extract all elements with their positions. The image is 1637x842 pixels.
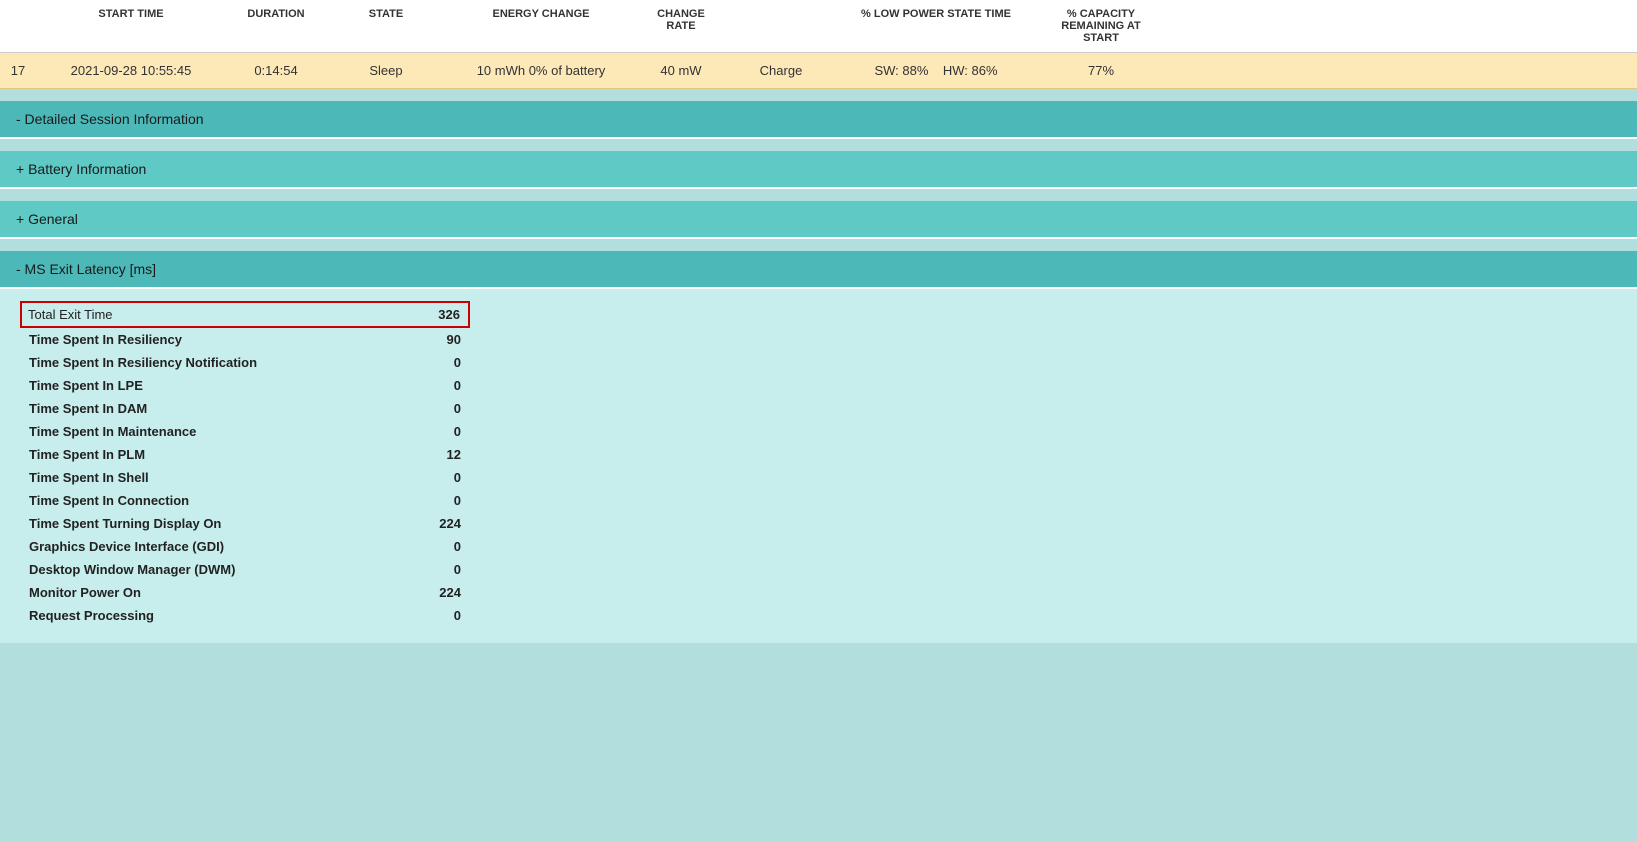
row-start: 2021-09-28 10:55:45 [36,59,226,82]
metric-label: Time Spent In Maintenance [21,420,398,443]
row-rate: 40 mW [636,59,726,82]
metric-row: Time Spent In LPE0 [21,374,469,397]
metric-row: Time Spent In Resiliency Notification0 [21,351,469,374]
metric-label: Time Spent In Shell [21,466,398,489]
metric-value: 0 [398,466,469,489]
ms-exit-body: Total Exit Time326Time Spent In Resilien… [0,289,1637,643]
metric-value: 224 [398,512,469,535]
metric-value: 0 [398,604,469,627]
metric-value: 0 [398,535,469,558]
metric-value: 326 [398,302,469,327]
metric-row: Time Spent In DAM0 [21,397,469,420]
metric-label: Desktop Window Manager (DWM) [21,558,398,581]
metric-value: 0 [398,558,469,581]
metric-label: Time Spent In Connection [21,489,398,512]
metric-label: Time Spent In Resiliency Notification [21,351,398,374]
metric-label: Time Spent In PLM [21,443,398,466]
col-duration-header: DURATION [226,4,326,48]
metrics-table: Total Exit Time326Time Spent In Resilien… [20,301,470,627]
metric-value: 0 [398,397,469,420]
metric-row: Desktop Window Manager (DWM)0 [21,558,469,581]
section-battery[interactable]: + Battery Information [0,151,1637,189]
metric-label: Time Spent In LPE [21,374,398,397]
col-cap-header: % CAPACITY REMAINING AT START [1036,4,1166,48]
metric-value: 12 [398,443,469,466]
metric-row: Monitor Power On224 [21,581,469,604]
metric-value: 224 [398,581,469,604]
row-cap: 77% [1036,59,1166,82]
col-state-header: STATE [326,4,446,48]
col-lps-header: % LOW POWER STATE TIME [836,4,1036,48]
metric-label: Request Processing [21,604,398,627]
section-detailed[interactable]: - Detailed Session Information [0,101,1637,139]
metric-row: Time Spent In PLM12 [21,443,469,466]
row-duration: 0:14:54 [226,59,326,82]
row-lps-sw: SW: 88% [874,63,928,78]
metric-value: 0 [398,351,469,374]
col-rate-header: CHANGE RATE [636,4,726,48]
row-lps: SW: 88% HW: 86% [836,59,1036,82]
metric-value: 0 [398,420,469,443]
row-energy: 10 mWh 0% of battery [446,59,636,82]
section-general[interactable]: + General [0,201,1637,239]
metric-value: 0 [398,489,469,512]
metric-row: Graphics Device Interface (GDI)0 [21,535,469,558]
table-row: 17 2021-09-28 10:55:45 0:14:54 Sleep 10 … [0,53,1637,89]
metric-row: Time Spent In Shell0 [21,466,469,489]
metric-label: Time Spent In Resiliency [21,327,398,351]
metric-row: Time Spent Turning Display On224 [21,512,469,535]
col-charge-header [726,4,836,48]
metric-label: Graphics Device Interface (GDI) [21,535,398,558]
metric-row: Time Spent In Maintenance0 [21,420,469,443]
metric-value: 90 [398,327,469,351]
metric-row: Request Processing0 [21,604,469,627]
metric-label: Time Spent Turning Display On [21,512,398,535]
metric-row: Total Exit Time326 [21,302,469,327]
metric-label: Total Exit Time [21,302,398,327]
metric-value: 0 [398,374,469,397]
col-energy-header: ENERGY CHANGE [446,4,636,48]
metric-label: Monitor Power On [21,581,398,604]
row-state: Sleep [326,59,446,82]
metric-label: Time Spent In DAM [21,397,398,420]
col-start-header: START TIME [36,4,226,48]
metric-row: Time Spent In Connection0 [21,489,469,512]
col-num-header [0,4,36,48]
table-header: START TIME DURATION STATE ENERGY CHANGE … [0,0,1637,89]
metric-row: Time Spent In Resiliency90 [21,327,469,351]
row-num: 17 [0,59,36,82]
row-lps-hw: HW: 86% [943,63,998,78]
row-charge: Charge [726,59,836,82]
section-ms-exit[interactable]: - MS Exit Latency [ms] [0,251,1637,289]
